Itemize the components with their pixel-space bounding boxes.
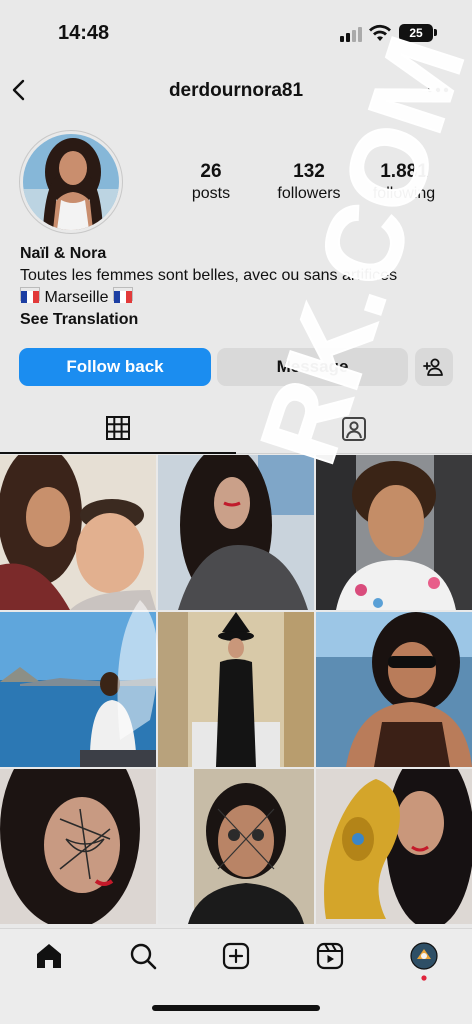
status-bar: 14:48 25 [0, 0, 472, 60]
battery-icon: 25 [399, 24, 433, 42]
post-thumbnail[interactable] [0, 455, 156, 610]
posts-count: 26 posts [191, 161, 231, 202]
profile-bio: Naïl & Nora Toutes les femmes sont belle… [20, 243, 460, 331]
more-options-icon[interactable] [424, 80, 452, 100]
message-button[interactable]: Message [217, 348, 408, 386]
avatar [410, 942, 438, 970]
location-text: Marseille [44, 289, 109, 306]
post-thumbnail[interactable] [0, 769, 156, 924]
create-icon[interactable] [221, 941, 251, 971]
profile-avatar[interactable] [19, 130, 123, 234]
reels-icon[interactable] [315, 941, 345, 971]
see-translation-link[interactable]: See Translation [20, 309, 460, 331]
signal-icon [340, 26, 362, 42]
notification-dot-icon [421, 975, 427, 981]
post-thumbnail[interactable] [316, 612, 472, 767]
post-thumbnail[interactable] [316, 769, 472, 924]
tagged-person-icon [342, 416, 366, 441]
bio-text: Toutes les femmes sont belles, avec ou s… [20, 267, 398, 284]
french-flag-icon [112, 287, 133, 303]
profile-username: derdournora81 [168, 80, 304, 101]
tab-tagged[interactable] [236, 404, 472, 454]
post-thumbnail[interactable] [158, 612, 314, 767]
post-thumbnail[interactable] [316, 455, 472, 610]
post-thumbnail[interactable] [0, 612, 156, 767]
add-person-icon [423, 358, 443, 376]
followers-count[interactable]: 132 followers [266, 161, 352, 205]
status-time: 14:48 [58, 22, 110, 44]
bio-location: Marseille [20, 287, 460, 309]
wifi-icon [369, 24, 391, 41]
search-icon[interactable] [128, 941, 158, 971]
following-count[interactable]: 1.881 following [362, 161, 446, 205]
home-indicator [152, 1005, 320, 1011]
grid-icon [106, 416, 130, 440]
follow-back-button[interactable]: Follow back [19, 348, 211, 386]
suggest-users-button[interactable] [415, 348, 453, 386]
tab-posts-grid[interactable] [0, 404, 236, 454]
french-flag-icon [20, 287, 40, 303]
profile-header: derdournora81 [0, 70, 472, 114]
post-thumbnail[interactable] [158, 455, 314, 610]
profile-tabs [0, 404, 472, 454]
home-icon[interactable] [34, 941, 64, 971]
profile-avatar-nav[interactable] [409, 941, 439, 981]
post-thumbnail[interactable] [158, 769, 314, 924]
profile-name: Naïl & Nora [20, 245, 107, 262]
